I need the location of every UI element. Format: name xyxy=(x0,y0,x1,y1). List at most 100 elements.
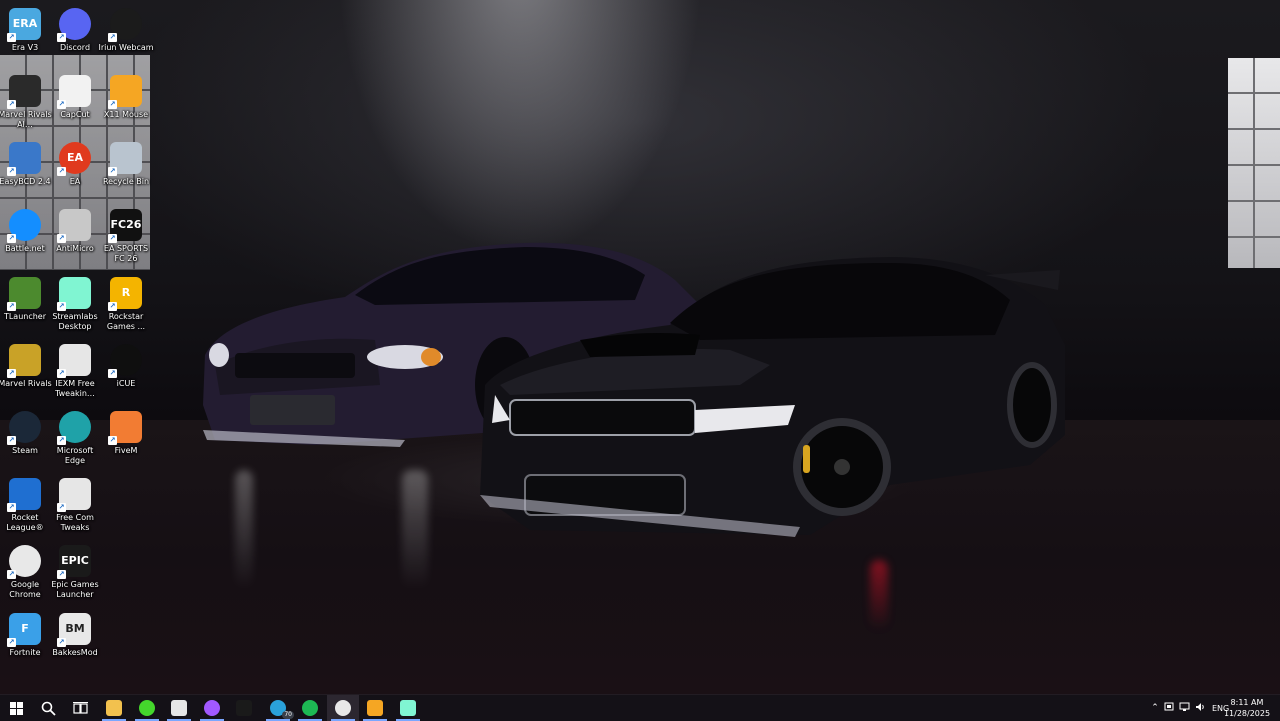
desktop-icon-iexm-free-tweaking[interactable]: ↗ IEXM Free Tweakin… xyxy=(47,340,103,404)
desktop-icon-label: EasyBCD 2.4 xyxy=(0,177,51,186)
desktop-icon-tlauncher[interactable]: ↗ TLauncher xyxy=(0,273,53,337)
desktop-icon-label: EA xyxy=(69,177,81,186)
desktop-icon-marvel-rivals-ai[interactable]: ↗ Marvel Rivals AI… xyxy=(0,71,53,135)
steam-icon: ↗ xyxy=(7,411,41,445)
icue-icon: ↗ xyxy=(108,344,142,378)
desktop-icon-label: Marvel Rivals xyxy=(0,379,52,388)
desktop-icon-steam[interactable]: ↗ Steam xyxy=(0,407,53,471)
taskbar-button-messenger[interactable] xyxy=(196,695,228,721)
desktop-icon-bakkesmod[interactable]: BM ↗ BakkesMod xyxy=(47,609,103,673)
notification-badge: 70 xyxy=(282,711,294,719)
spotify-icon xyxy=(302,700,318,716)
ea-sports-fc-26-icon: FC26 ↗ xyxy=(108,209,142,243)
desktop-icon-rockstar-games[interactable]: R ↗ Rockstar Games ... xyxy=(98,273,154,337)
desktop-icon-iriun-webcam[interactable]: ↗ Iriun Webcam xyxy=(98,4,154,68)
desktop-icon-ea-sports-fc-26[interactable]: FC26 ↗ EA SPORTS FC 26 xyxy=(98,205,154,269)
desktop-icon-recycle-bin[interactable]: ↗ Recycle Bin xyxy=(98,138,154,202)
shortcut-arrow-icon: ↗ xyxy=(7,503,16,512)
network-icon[interactable] xyxy=(1176,702,1192,714)
marvel-rivals-ai-icon: ↗ xyxy=(7,75,41,109)
streamlabs-desktop-icon: ↗ xyxy=(57,277,91,311)
shortcut-arrow-icon: ↗ xyxy=(7,33,16,42)
razer-icon xyxy=(139,700,155,716)
iriun-webcam-icon: ↗ xyxy=(108,8,142,42)
epic-games-icon xyxy=(236,700,252,716)
desktop-icon-label: Steam xyxy=(12,446,38,455)
action-center-icon[interactable] xyxy=(1162,702,1176,714)
desktop-icon-label: Iriun Webcam xyxy=(98,43,154,52)
epic-games-launcher-icon: EPIC ↗ xyxy=(57,545,91,579)
x11-mouse-icon: ↗ xyxy=(108,75,142,109)
taskbar-button-file-explorer[interactable] xyxy=(98,695,130,721)
shortcut-arrow-icon: ↗ xyxy=(57,503,66,512)
shortcut-arrow-icon: ↗ xyxy=(7,570,16,579)
desktop-icon-ea[interactable]: EA ↗ EA xyxy=(47,138,103,202)
taskbar-button-spotify[interactable] xyxy=(294,695,326,721)
clock-date: 11/28/2025 xyxy=(1223,709,1271,718)
windows-start-icon xyxy=(9,701,23,715)
wallpaper-reflection xyxy=(870,560,888,630)
taskbar-button-razer[interactable] xyxy=(131,695,163,721)
desktop-icon-capcut[interactable]: ↗ CapCut xyxy=(47,71,103,135)
shortcut-arrow-icon: ↗ xyxy=(108,167,117,176)
taskbar-button-search[interactable] xyxy=(32,695,64,721)
folder-icon xyxy=(106,700,122,716)
shortcut-arrow-icon: ↗ xyxy=(7,302,16,311)
desktop-icon-label: Era V3 xyxy=(11,43,39,52)
shortcut-arrow-icon: ↗ xyxy=(57,638,66,647)
desktop-icon-rocket-league[interactable]: ↗ Rocket League® xyxy=(0,474,53,538)
taskbar-button-calendar-app[interactable] xyxy=(163,695,195,721)
desktop-icon-label: IEXM Free Tweakin… xyxy=(55,379,95,398)
desktop-icon-free-com-tweaks[interactable]: ↗ Free Com Tweaks xyxy=(47,474,103,538)
taskbar-button-x11-mouse[interactable] xyxy=(359,695,391,721)
desktop-icon-label: Recycle Bin xyxy=(102,177,150,186)
messenger-icon xyxy=(204,700,220,716)
taskbar-button-telegram[interactable]: 70 xyxy=(262,695,294,721)
shortcut-arrow-icon: ↗ xyxy=(7,638,16,647)
clock[interactable]: 8:11 AM 11/28/2025 xyxy=(1222,697,1272,719)
desktop-icon-marvel-rivals[interactable]: ↗ Marvel Rivals xyxy=(0,340,53,404)
taskbar-button-streamlabs[interactable] xyxy=(392,695,424,721)
easybcd-icon: ↗ xyxy=(7,142,41,176)
desktop-icon-label: Free Com Tweaks xyxy=(56,513,94,532)
desktop[interactable]: ERA ↗ Era V3 ↗ Discord ↗ Iriun Webcam ↗ Marvel R… xyxy=(0,0,1280,694)
shortcut-arrow-icon: ↗ xyxy=(57,100,66,109)
desktop-icon-streamlabs-desktop[interactable]: ↗ Streamlabs Desktop xyxy=(47,273,103,337)
desktop-icon-microsoft-edge[interactable]: ↗ Microsoft Edge xyxy=(47,407,103,471)
shortcut-arrow-icon: ↗ xyxy=(57,369,66,378)
taskbar-button-start[interactable] xyxy=(0,695,32,721)
desktop-icon-easybcd[interactable]: ↗ EasyBCD 2.4 xyxy=(0,138,53,202)
system-tray: ⌃ ENG xyxy=(1148,695,1229,721)
taskbar-button-chrome[interactable] xyxy=(327,695,359,721)
desktop-icon-era-v3[interactable]: ERA ↗ Era V3 xyxy=(0,4,53,68)
shortcut-arrow-icon: ↗ xyxy=(7,436,16,445)
rockstar-games-icon: R ↗ xyxy=(108,277,142,311)
fortnite-icon: F ↗ xyxy=(7,613,41,647)
desktop-icon-discord[interactable]: ↗ Discord xyxy=(47,4,103,68)
desktop-icon-epic-games-launcher[interactable]: EPIC ↗ Epic Games Launcher xyxy=(47,541,103,605)
wallpaper-reflection xyxy=(235,470,253,590)
volume-icon[interactable] xyxy=(1192,702,1208,714)
desktop-icon-x11-mouse[interactable]: ↗ X11 Mouse xyxy=(98,71,154,135)
chevron-up-icon[interactable]: ⌃ xyxy=(1148,703,1162,713)
desktop-icon-fivem[interactable]: ↗ FiveM xyxy=(98,407,154,471)
shortcut-arrow-icon: ↗ xyxy=(7,369,16,378)
desktop-icon-google-chrome[interactable]: ↗ Google Chrome xyxy=(0,541,53,605)
desktop-icon-icue[interactable]: ↗ iCUE xyxy=(98,340,154,404)
desktop-icon-label: TLauncher xyxy=(3,312,47,321)
shortcut-arrow-icon: ↗ xyxy=(108,100,117,109)
desktop-icon-battle-net[interactable]: ↗ Battle.net xyxy=(0,205,53,269)
antimicro-icon: ↗ xyxy=(57,209,91,243)
clock-time: 8:11 AM xyxy=(1230,698,1264,707)
taskbar-button-task-view[interactable] xyxy=(64,695,96,721)
shortcut-arrow-icon: ↗ xyxy=(57,167,66,176)
desktop-icon-label: iCUE xyxy=(116,379,136,388)
taskbar-button-epic[interactable] xyxy=(228,695,260,721)
microsoft-edge-icon: ↗ xyxy=(57,411,91,445)
ea-icon: EA ↗ xyxy=(57,142,91,176)
desktop-icon-antimicro[interactable]: ↗ AntiMicro xyxy=(47,205,103,269)
shortcut-arrow-icon: ↗ xyxy=(108,436,117,445)
shortcut-arrow-icon: ↗ xyxy=(108,369,117,378)
discord-icon: ↗ xyxy=(57,8,91,42)
desktop-icon-fortnite[interactable]: F ↗ Fortnite xyxy=(0,609,53,673)
